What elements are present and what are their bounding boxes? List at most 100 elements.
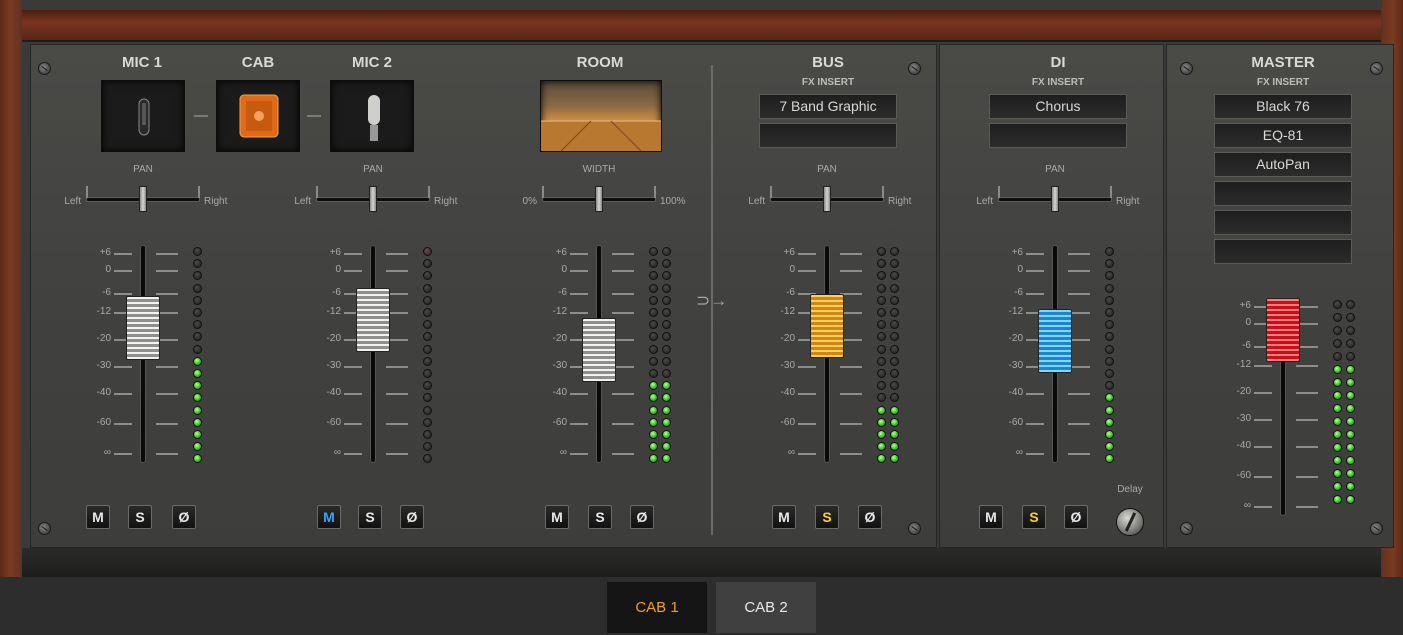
mic1-pan-left-label: Left	[64, 196, 81, 207]
scale-tick	[1026, 453, 1044, 455]
mic1-solo-button[interactable]: S	[128, 505, 152, 529]
di-scale-label: -30	[1008, 360, 1023, 371]
mic1-pan-handle[interactable]	[139, 186, 147, 212]
scale-tick	[840, 393, 862, 395]
mic2-meter-led	[423, 356, 432, 366]
di-meter-led	[1105, 405, 1114, 415]
room-meter-led	[662, 356, 671, 366]
mic2-phase-button[interactable]: Ø	[400, 505, 424, 529]
scale-tick	[840, 423, 862, 425]
mic2-solo-button[interactable]: S	[358, 505, 382, 529]
master-scale-label: +6	[1239, 300, 1251, 311]
scale-tick	[114, 253, 132, 255]
bus-fx-slot-2[interactable]	[759, 123, 897, 148]
bus-phase-button[interactable]: Ø	[858, 505, 882, 529]
di-pan-label: PAN	[1045, 164, 1065, 175]
bottom-trim	[22, 548, 1381, 577]
master-fx-slot-3[interactable]: AutoPan	[1214, 152, 1352, 177]
bus-mute-button[interactable]: M	[772, 505, 796, 529]
screw-icon	[1370, 62, 1383, 75]
bus-scale-label: -12	[780, 306, 795, 317]
di-fader-handle[interactable]	[1038, 309, 1072, 373]
room-meter-led	[662, 344, 671, 354]
master-fader-handle[interactable]	[1266, 298, 1300, 362]
scale-tick	[840, 453, 862, 455]
scale-tick	[798, 270, 816, 272]
room-fader-handle[interactable]	[582, 318, 616, 382]
di-solo-button[interactable]: S	[1022, 505, 1046, 529]
scale-tick	[386, 253, 408, 255]
scale-tick	[840, 270, 862, 272]
room-pan-left-label: 0%	[522, 196, 537, 207]
scale-tick	[114, 270, 132, 272]
pan-end-mark	[86, 186, 88, 198]
mic1-phase-button[interactable]: Ø	[172, 505, 196, 529]
scale-tick	[570, 312, 588, 314]
delay-knob[interactable]	[1116, 508, 1144, 536]
scale-tick	[798, 253, 816, 255]
room-mute-button[interactable]: M	[545, 505, 569, 529]
room-select[interactable]	[540, 80, 662, 152]
master-fx-slot-2[interactable]: EQ-81	[1214, 123, 1352, 148]
room-scale-label: -12	[552, 306, 567, 317]
master-fx-slot-6[interactable]	[1214, 239, 1352, 264]
scale-tick	[386, 270, 408, 272]
screw-icon	[1180, 522, 1193, 535]
cab-select[interactable]	[216, 80, 300, 152]
di-mute-button[interactable]: M	[979, 505, 1003, 529]
di-scale-label: -60	[1008, 417, 1023, 428]
room-meter-led	[649, 308, 658, 317]
bus-pan-label: PAN	[817, 164, 837, 175]
bus-scale-label: 0	[789, 264, 795, 275]
master-meter-led	[1333, 404, 1342, 413]
mic2-pan-handle[interactable]	[369, 186, 377, 212]
di-scale-label: -40	[1008, 387, 1023, 398]
master-fx-slot-1[interactable]: Black 76	[1214, 94, 1352, 119]
bus-meter-led	[890, 369, 899, 378]
di-pan-left-label: Left	[976, 196, 993, 207]
mic1-fader-handle[interactable]	[126, 296, 160, 360]
bus-meter-led	[890, 247, 899, 256]
bus-meter-led	[877, 283, 886, 293]
di-phase-button[interactable]: Ø	[1064, 505, 1088, 529]
room-phase-button[interactable]: Ø	[630, 505, 654, 529]
mic1-select[interactable]	[101, 80, 185, 152]
bus-scale-label: +6	[783, 247, 795, 258]
scale-tick	[612, 393, 634, 395]
scale-tick	[1254, 419, 1272, 421]
bus-fx-slot-1[interactable]: 7 Band Graphic	[759, 94, 897, 119]
mic1-meter-led	[193, 247, 202, 256]
mic1-scale-label: -60	[96, 417, 111, 428]
di-fx-slot-1[interactable]: Chorus	[989, 94, 1127, 119]
di-scale-label: -12	[1008, 306, 1023, 317]
di-pan-handle[interactable]	[1051, 186, 1059, 212]
master-fx-slot-5[interactable]	[1214, 210, 1352, 235]
scale-tick	[386, 366, 408, 368]
scale-tick	[840, 253, 862, 255]
di-meter-led	[1105, 417, 1114, 427]
tab-cab-2[interactable]: CAB 2	[716, 582, 816, 633]
mic2-select[interactable]	[330, 80, 414, 152]
tab-cab-1[interactable]: CAB 1	[607, 582, 707, 633]
master-fx-slot-4[interactable]	[1214, 181, 1352, 206]
bus-pan-handle[interactable]	[823, 186, 831, 212]
mic2-meter-led	[423, 430, 432, 439]
bus-pan-right-label: Right	[888, 196, 912, 207]
mic2-fader-handle[interactable]	[356, 288, 390, 352]
mic2-pan-left-label: Left	[294, 196, 311, 207]
scale-tick	[840, 366, 862, 368]
mic2-scale-label: ∞	[333, 447, 341, 458]
mic2-mute-button[interactable]: M	[317, 505, 341, 529]
room-pan-handle[interactable]	[595, 186, 603, 212]
di-fx-slot-2[interactable]	[989, 123, 1127, 148]
mic1-meter-led	[193, 356, 202, 366]
di-meter-led	[1105, 356, 1114, 366]
bus-solo-button[interactable]: S	[815, 505, 839, 529]
scale-tick	[344, 366, 362, 368]
room-meter-led	[662, 308, 671, 317]
mic2-pan-label: PAN	[363, 164, 383, 175]
pan-end-mark	[770, 186, 772, 198]
mic1-mute-button[interactable]: M	[86, 505, 110, 529]
bus-fader-handle[interactable]	[810, 294, 844, 358]
room-solo-button[interactable]: S	[588, 505, 612, 529]
